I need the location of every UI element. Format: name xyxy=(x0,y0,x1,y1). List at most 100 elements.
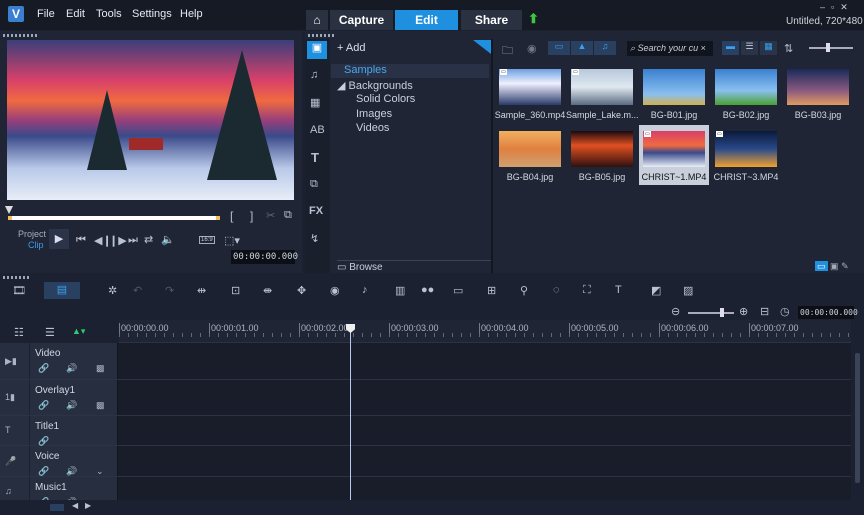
fit-project-icon[interactable]: ⊟ xyxy=(760,305,769,318)
menu-settings[interactable]: Settings xyxy=(132,8,172,20)
clear-icon[interactable]: × xyxy=(698,43,706,53)
undo-icon[interactable]: ↶ xyxy=(133,284,142,297)
menu-edit[interactable]: Edit xyxy=(66,8,85,20)
link-icon[interactable]: 🔗 xyxy=(38,400,49,411)
audio-icon[interactable]: ♪ xyxy=(362,284,368,296)
media-item[interactable]: BG-B01.jpg xyxy=(639,63,709,123)
transition-icon[interactable]: ▦ xyxy=(310,96,320,109)
mark-in-button[interactable]: [ xyxy=(230,209,233,223)
subtitle-icon[interactable]: ▭ xyxy=(453,284,463,297)
multicam-icon[interactable]: ⊞ xyxy=(487,284,496,297)
fx-icon[interactable]: FX xyxy=(309,205,323,217)
slider-handle[interactable] xyxy=(720,308,724,317)
menu-file[interactable]: File xyxy=(37,8,55,20)
track-header[interactable]: T Title1 🔗 xyxy=(0,416,118,446)
track-header[interactable]: ▶▮ Video 🔗 🔊 ▩ xyxy=(0,343,118,379)
panel-grip[interactable] xyxy=(3,34,39,37)
timeline-timecode[interactable]: 00:00:00.000 xyxy=(798,306,858,319)
project-mode[interactable]: Project xyxy=(18,229,46,239)
mark-out-button[interactable]: ] xyxy=(250,209,253,223)
window-controls[interactable]: –▫✕ xyxy=(820,2,854,13)
media-item[interactable]: ▭ CHRIST~3.MP4 xyxy=(711,125,781,185)
play-button[interactable]: ▶ xyxy=(49,229,69,249)
scrollbar-thumb[interactable] xyxy=(855,353,860,483)
repeat-icon[interactable]: ⇄ xyxy=(144,233,153,246)
resize-icon[interactable]: ⬚▾ xyxy=(224,234,240,247)
tab-share[interactable]: Share xyxy=(461,10,522,30)
view-thumbnail-button[interactable]: ▬ xyxy=(722,41,739,55)
capture-icon[interactable]: ◉ xyxy=(527,42,537,55)
mute-icon[interactable]: 🔊 xyxy=(66,466,77,477)
media-item[interactable]: BG-B04.jpg xyxy=(495,125,565,185)
sort-icon[interactable]: ⇅ xyxy=(784,42,793,55)
import-folder-icon[interactable]: 🗀 xyxy=(502,42,513,61)
track-header[interactable]: 1▮ Overlay1 🔗 🔊 ▩ xyxy=(0,380,118,415)
link-icon[interactable]: 🔗 xyxy=(38,466,49,477)
thumbnail-size-slider[interactable] xyxy=(809,43,853,52)
redo-icon[interactable]: ↷ xyxy=(165,284,174,297)
timeline-ruler[interactable]: 00:00:00.00 00:00:01.00 00:00:02.00 00:00:0… xyxy=(119,320,851,343)
motion-track-icon[interactable]: ⚲ xyxy=(520,284,528,297)
media-icon[interactable]: ▣ xyxy=(307,41,327,59)
timeline-track[interactable]: ♫Music1🔗🔊⌄ xyxy=(0,477,851,500)
filter-video-button[interactable]: ▭ xyxy=(548,41,570,55)
timeline-zoom-slider[interactable] xyxy=(688,308,734,317)
media-item[interactable]: BG-B03.jpg xyxy=(783,63,853,123)
expand-icon[interactable]: ▣ xyxy=(830,261,839,271)
instant-project-icon[interactable]: ♫ xyxy=(310,69,318,81)
record-icon[interactable]: ⊡ xyxy=(231,284,240,297)
scissors-icon[interactable]: ✂ xyxy=(266,209,275,222)
clip-mode[interactable]: Clip xyxy=(28,240,44,250)
transparency-icon[interactable]: ▩ xyxy=(96,400,105,411)
track-header[interactable]: 🎤 Voice 🔗 🔊 ⌄ xyxy=(0,446,118,476)
timeline-view-button[interactable]: ▤ xyxy=(44,282,80,299)
mute-icon[interactable]: 🔊 xyxy=(66,363,77,374)
timecode-display[interactable]: 00:00:00.000 xyxy=(231,250,298,264)
vertical-scrollbar[interactable] xyxy=(851,343,864,500)
add-track-icon[interactable]: ☰ xyxy=(45,326,55,339)
copy-icon[interactable]: ⧉ xyxy=(284,209,292,222)
tree-item-backgrounds[interactable]: ◢ Backgrounds xyxy=(337,79,413,92)
mix-icon[interactable]: ✲ xyxy=(108,284,117,297)
mute-icon[interactable]: 🔊 xyxy=(66,400,77,411)
3d-title-icon[interactable]: T xyxy=(615,284,622,296)
move-icon[interactable]: ✥ xyxy=(297,284,306,297)
ripple-edit-icon[interactable]: ▲▾ xyxy=(72,326,85,337)
timeline-track[interactable]: T Title1 🔗 xyxy=(0,416,851,446)
pan-zoom-icon[interactable]: ⛶ xyxy=(583,284,591,297)
zoom-in-icon[interactable]: ⊕ xyxy=(739,305,748,318)
add-folder-button[interactable]: + Add xyxy=(337,42,365,54)
media-item[interactable]: ▭ CHRIST~1.MP4 xyxy=(639,125,709,185)
fit-icon[interactable]: ⇹ xyxy=(197,284,206,297)
timeline-track[interactable]: ▶▮ Video 🔗 🔊 ▩ xyxy=(0,343,851,380)
split-screen-icon[interactable]: ▨ xyxy=(683,284,693,297)
media-item[interactable]: ▭ Sample_360.mp4 xyxy=(495,63,565,123)
menu-tools[interactable]: Tools xyxy=(96,8,122,20)
track-manager-icon[interactable]: ☷ xyxy=(14,326,24,339)
go-start-icon[interactable]: ⏮ xyxy=(76,234,86,247)
split-icon[interactable]: ⇼ xyxy=(263,284,272,297)
scroll-track-icon[interactable] xyxy=(50,504,64,511)
tab-edit[interactable]: Edit xyxy=(395,10,458,30)
up-arrow-icon[interactable]: ⬆ xyxy=(528,11,539,27)
title-icon[interactable]: T xyxy=(311,150,319,165)
media-item[interactable]: BG-B05.jpg xyxy=(567,125,637,185)
path-icon[interactable]: ↯ xyxy=(310,232,319,245)
fit-icon[interactable]: ▭ xyxy=(815,261,828,271)
view-grid-button[interactable]: ▦ xyxy=(760,41,777,55)
tab-capture[interactable]: Capture xyxy=(330,10,393,30)
tree-item-videos[interactable]: Videos xyxy=(356,122,389,134)
scrubber-handle[interactable] xyxy=(5,206,13,214)
volume-icon[interactable]: 🔈 xyxy=(161,233,175,246)
motion-icon[interactable]: ●● xyxy=(421,284,434,296)
filter-photo-button[interactable]: ▲ xyxy=(571,41,593,55)
browse-button[interactable]: ▭ Browse xyxy=(337,260,491,273)
tree-item-solid-colors[interactable]: Solid Colors xyxy=(356,93,415,105)
media-item[interactable]: ▭ Sample_Lake.m... xyxy=(566,63,638,123)
tree-item-samples[interactable]: Samples xyxy=(331,64,489,78)
scroll-left-icon[interactable]: ◀ xyxy=(72,501,78,510)
trim-bar[interactable] xyxy=(8,216,220,220)
zoom-out-icon[interactable]: ⊖ xyxy=(671,305,680,318)
record-capture-icon[interactable]: ◉ xyxy=(330,284,340,297)
go-end-icon[interactable]: ⏭ xyxy=(128,234,138,247)
